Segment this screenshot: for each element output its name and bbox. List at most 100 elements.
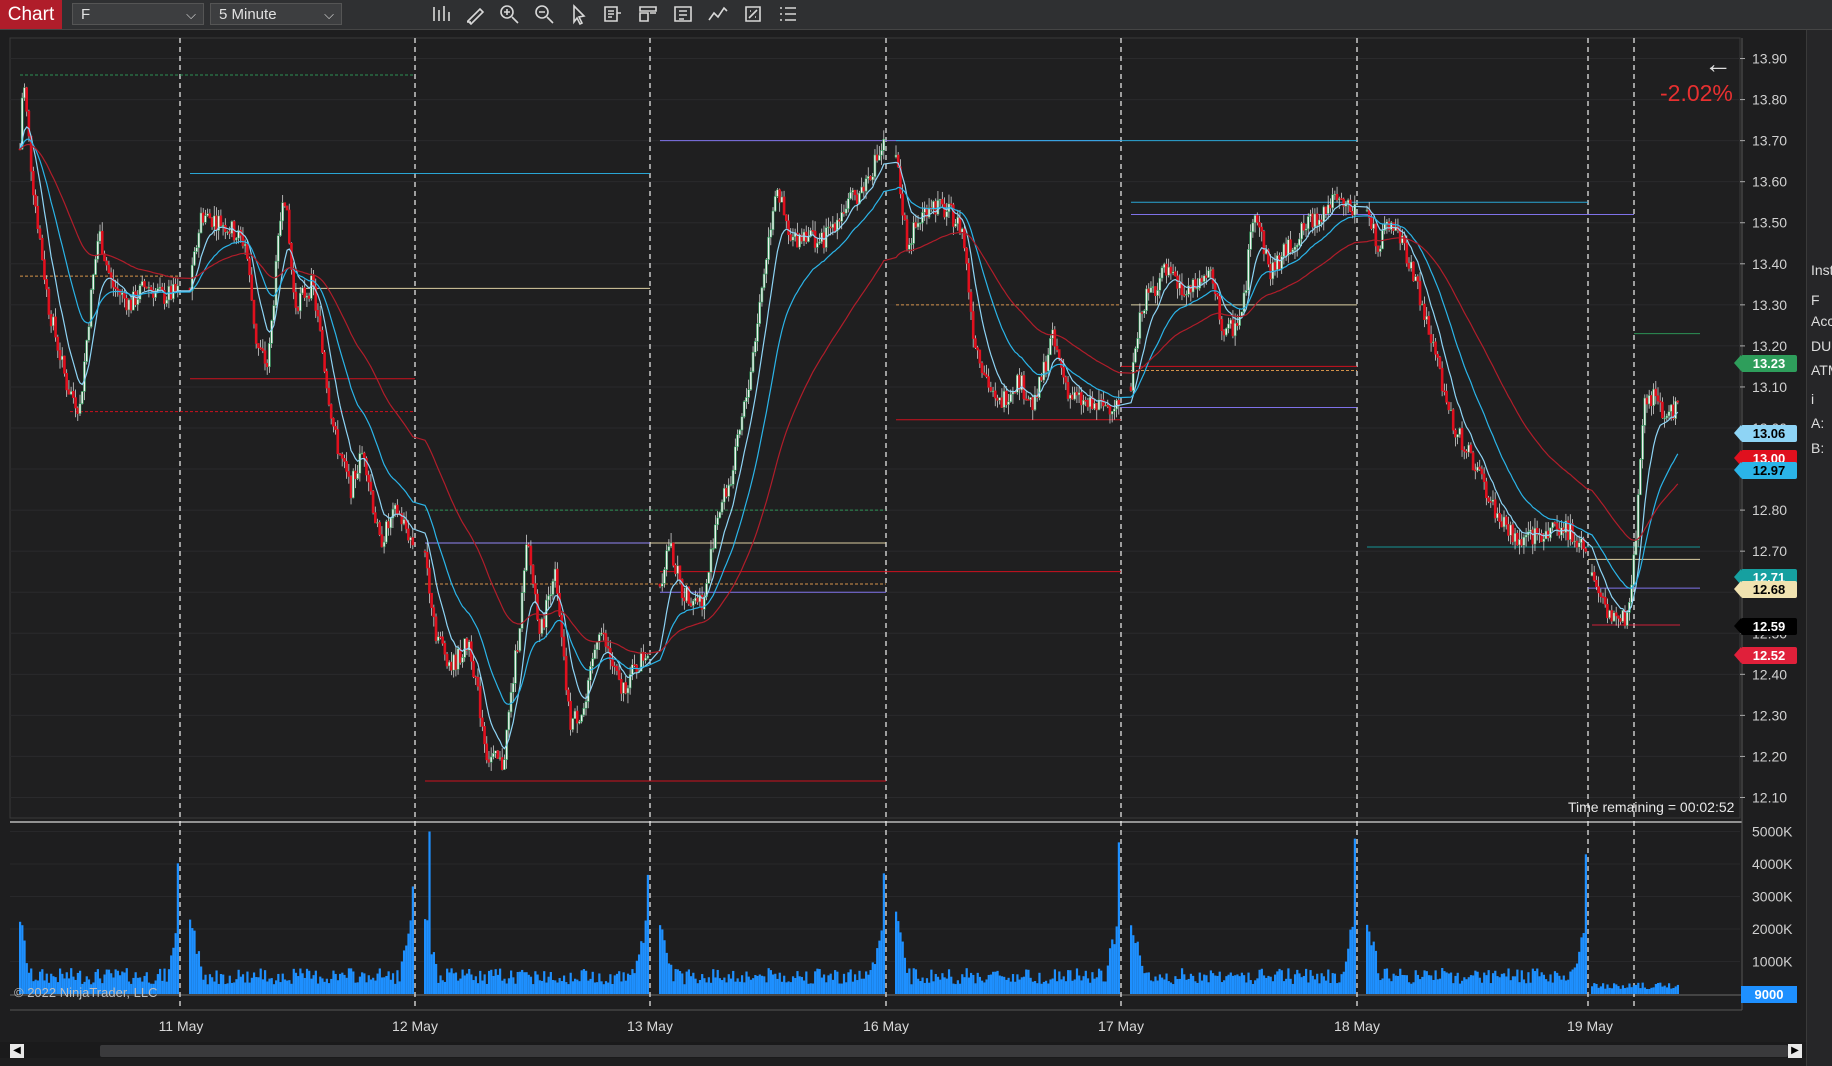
candle-body <box>32 170 35 196</box>
volume-bar <box>805 971 808 994</box>
candle-body <box>533 583 537 595</box>
strategies-icon[interactable] <box>741 3 765 25</box>
candle-body <box>1131 361 1135 392</box>
zoom-out-icon[interactable] <box>533 3 557 25</box>
candle-body <box>593 649 597 659</box>
back-arrow-icon[interactable]: ← <box>1704 48 1732 80</box>
candle-body <box>274 260 278 306</box>
instrument-selector[interactable]: F ⌵ <box>72 3 204 25</box>
volume-bar <box>1465 979 1468 994</box>
volume-bar <box>919 981 922 994</box>
volume-bar <box>197 951 201 994</box>
scroll-left-icon[interactable]: ◀ <box>10 1044 24 1058</box>
volume-bar <box>659 925 662 994</box>
chart-trader-icon[interactable] <box>636 3 660 25</box>
volume-bar <box>941 973 944 994</box>
candle-body <box>762 273 766 289</box>
candle-body <box>69 391 73 395</box>
volume-bar <box>479 970 482 994</box>
candle-body <box>221 224 225 227</box>
volume-bar <box>1042 981 1045 994</box>
volume-bar <box>244 982 247 994</box>
candle-body <box>991 390 995 393</box>
templates-icon[interactable] <box>671 3 695 25</box>
volume-bar <box>1366 924 1369 994</box>
candle-body <box>1575 540 1579 548</box>
candle-body <box>1374 223 1378 247</box>
candle-body <box>1329 204 1332 209</box>
interval-selector[interactable]: 5 Minute ⌵ <box>210 3 342 25</box>
candle-body <box>1643 397 1647 426</box>
candle-body <box>778 189 781 203</box>
candle-body <box>382 541 386 548</box>
candle-body <box>40 238 44 260</box>
volume-bar <box>685 971 688 994</box>
volume-bar <box>901 941 904 994</box>
bar-type-icon[interactable] <box>430 3 454 25</box>
candle-body <box>1027 399 1030 401</box>
volume-bar <box>1040 983 1043 994</box>
current-volume-label: 9000 <box>1755 987 1784 1002</box>
chart-trader-label[interactable]: DU <box>1811 338 1831 354</box>
drawing-pencil-icon[interactable] <box>464 3 488 26</box>
candle-body <box>943 203 946 218</box>
volume-bar <box>1668 983 1671 994</box>
chart-trader-label[interactable]: i <box>1811 391 1814 407</box>
volume-bar <box>1084 970 1087 994</box>
volume-bar <box>989 974 993 994</box>
candle-body <box>1346 199 1350 204</box>
properties-icon[interactable] <box>776 3 800 25</box>
volume-bar <box>191 928 194 994</box>
chart-trader-label[interactable]: F <box>1811 292 1820 308</box>
volume-bar <box>1029 977 1032 994</box>
chart-tab[interactable]: Chart <box>0 0 62 29</box>
candle-body <box>1326 204 1330 214</box>
candle-body <box>1134 348 1137 363</box>
candle-body <box>989 387 993 392</box>
candle-body <box>411 537 415 546</box>
volume-bar <box>1293 974 1297 994</box>
candle-body <box>1004 390 1008 405</box>
volume-bar <box>206 984 209 994</box>
volume-bar <box>1597 987 1600 994</box>
candle-body <box>1592 571 1596 581</box>
pointer-icon[interactable] <box>567 3 591 26</box>
volume-bar <box>1674 986 1677 994</box>
volume-bar <box>450 968 453 994</box>
volume-bar <box>396 970 399 994</box>
candle-body <box>1451 409 1455 431</box>
candle-body <box>1205 275 1208 278</box>
candle-body <box>87 326 91 341</box>
candle-body <box>340 453 344 459</box>
candle-body <box>1262 231 1266 255</box>
candle-body <box>219 215 223 227</box>
candle-body <box>571 718 575 730</box>
candle-body <box>1573 540 1577 543</box>
volume-bar <box>1467 977 1470 994</box>
candle-body <box>773 196 777 212</box>
candle-body <box>1661 401 1664 419</box>
candle-body <box>718 511 722 519</box>
volume-bar <box>1456 972 1459 994</box>
candle-body <box>1222 330 1226 336</box>
zoom-in-icon[interactable] <box>498 3 522 25</box>
volume-bar <box>800 976 804 994</box>
candle-body <box>1293 246 1297 251</box>
candle-body <box>644 657 647 661</box>
volume-bar <box>558 978 561 994</box>
chart-canvas[interactable]: 13.90 13.80 13.70 13.60 13.50 13.40 13.30 13.20… <box>0 30 1806 1042</box>
candle-body <box>980 362 984 374</box>
data-box-icon[interactable] <box>601 3 625 25</box>
scroll-thumb[interactable] <box>100 1045 1788 1057</box>
volume-bar <box>230 982 234 994</box>
volume-bar <box>1051 978 1054 994</box>
volume-bar <box>1113 944 1116 994</box>
price-marker-label: 12.97 <box>1734 461 1797 479</box>
volume-bar <box>428 831 431 994</box>
volume-bar <box>1564 980 1568 994</box>
scroll-right-icon[interactable]: ▶ <box>1788 1044 1802 1058</box>
horizontal-scrollbar[interactable]: ◀ ▶ <box>0 1042 1806 1058</box>
indicators-icon[interactable] <box>706 3 730 25</box>
candle-body <box>1676 400 1680 403</box>
candle-body <box>1425 315 1428 320</box>
